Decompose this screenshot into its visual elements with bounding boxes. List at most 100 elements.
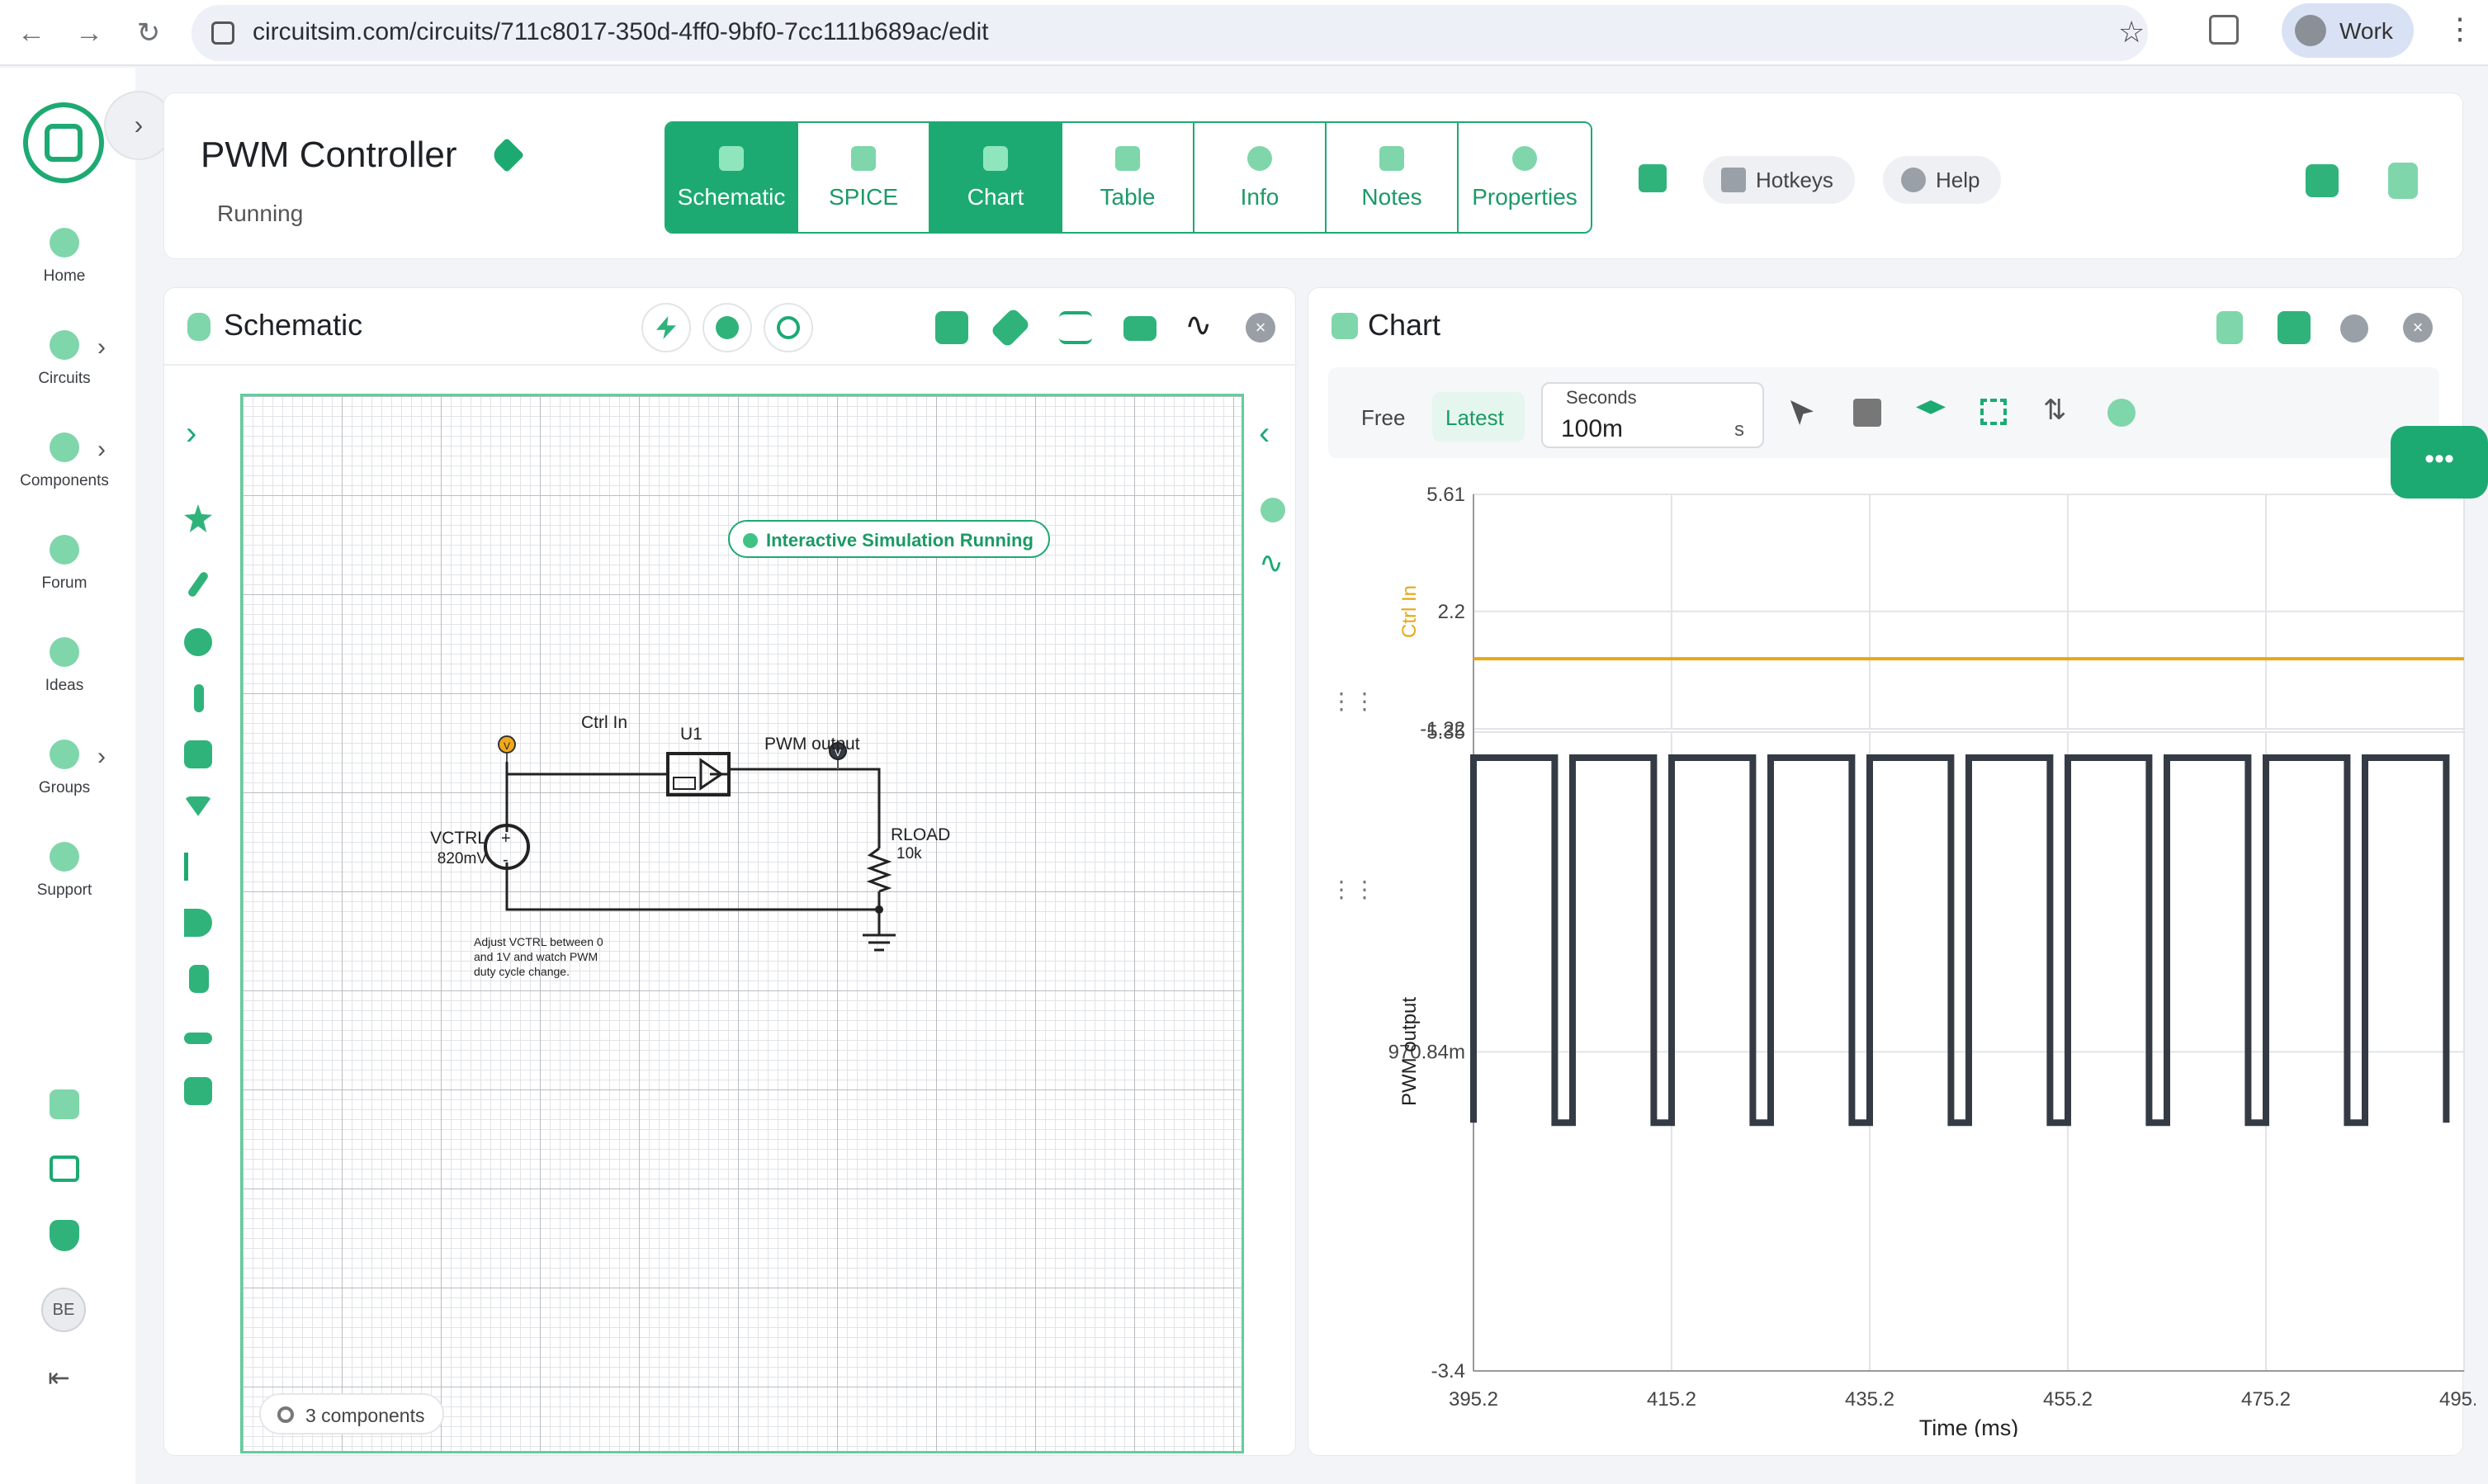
save-icon[interactable] [2388, 163, 2418, 199]
tab-schematic[interactable]: Schematic [666, 123, 798, 232]
label-vctrl: VCTRL [430, 829, 487, 848]
circuits-chevron-icon[interactable]: › [97, 333, 106, 362]
seconds-field[interactable]: Seconds 100m s [1541, 382, 1764, 448]
mode-latest-button[interactable]: Latest [1432, 392, 1525, 442]
wire-tool-icon[interactable] [187, 570, 210, 598]
rail-item-circuits[interactable]: Circuits [0, 330, 129, 388]
info-icon [1247, 146, 1272, 171]
profile-name: Work [2339, 18, 2393, 44]
zoom-button[interactable] [702, 303, 752, 352]
groups-icon [50, 740, 79, 769]
page-title: PWM Controller [201, 135, 457, 175]
rail-item-components[interactable]: Components [0, 432, 129, 490]
drag-handle-icon[interactable]: ⋮⋮ [1330, 876, 1376, 903]
hotkeys-button[interactable]: Hotkeys [1703, 156, 1855, 204]
history-clock-icon[interactable] [2107, 399, 2136, 427]
settings-gear-icon[interactable] [2340, 314, 2368, 343]
y-tick-label: -3.4 [1431, 1360, 1465, 1382]
transistor-tool-icon[interactable] [184, 853, 212, 881]
logout-icon[interactable]: ⇤ [48, 1362, 70, 1393]
source-tool-icon[interactable] [184, 628, 212, 656]
logic-gate-tool-icon[interactable] [184, 909, 212, 937]
close-panel-button[interactable]: × [2403, 313, 2433, 343]
sidebar-toggle-icon[interactable] [2278, 311, 2311, 344]
sidebar-toggle-icon[interactable] [2306, 164, 2339, 197]
diode-tool-icon[interactable] [184, 796, 212, 816]
quick-actions-button[interactable] [641, 303, 691, 352]
tab-properties[interactable]: Properties [1459, 123, 1591, 232]
x-tick-label: 495.2 [2439, 1388, 2476, 1411]
profile-button[interactable]: Work [2282, 3, 2414, 58]
mode-free-button[interactable]: Free [1343, 392, 1432, 442]
tab-spice[interactable]: SPICE [798, 123, 930, 232]
address-bar[interactable]: circuitsim.com/circuits/711c8017-350d-4f… [192, 5, 2148, 61]
drag-handle-icon[interactable]: ⋮⋮ [1330, 688, 1376, 715]
resistor-tool-icon[interactable] [194, 684, 204, 712]
rail-item-home[interactable]: Home [0, 228, 129, 286]
sidebar-toggle-icon[interactable] [935, 311, 968, 344]
rail-item-ideas[interactable]: Ideas [0, 637, 129, 695]
back-icon[interactable]: ← [12, 13, 51, 53]
settings-gear-icon[interactable] [1261, 498, 1285, 522]
reload-icon[interactable]: ↻ [129, 13, 168, 53]
close-panel-button[interactable]: × [1246, 313, 1275, 343]
tab-label: Chart [967, 184, 1024, 210]
rail-item-forum[interactable]: Forum [0, 535, 129, 593]
collapse-right-icon[interactable]: ‹ [1259, 415, 1270, 452]
forward-icon[interactable]: → [69, 13, 109, 53]
shield-icon[interactable] [50, 1220, 79, 1251]
browser-menu-icon[interactable]: ⋮ [2445, 12, 2475, 46]
help-button[interactable]: Help [1883, 156, 2002, 204]
waveform-icon[interactable]: ∿ [1259, 546, 1284, 580]
user-avatar[interactable]: BE [41, 1288, 86, 1332]
schematic-panel: Schematic ∿ × › ‹ ∿ V V + - Ctrl In U1 P… [163, 287, 1297, 1456]
history-button[interactable] [764, 303, 813, 352]
layers-icon[interactable] [1916, 400, 1946, 414]
rail-item-support[interactable]: Support [0, 842, 129, 900]
chat-icon[interactable] [50, 1156, 79, 1182]
components-chevron-icon[interactable]: › [97, 436, 106, 464]
plus-sign: + [501, 829, 511, 848]
panel-title: Chart [1368, 308, 1441, 342]
expand-toolbox-icon[interactable]: › [186, 415, 196, 452]
cursor-icon[interactable] [1790, 400, 1814, 425]
component-count-badge[interactable]: 3 components [259, 1393, 445, 1434]
layout-split-icon[interactable] [1853, 399, 1881, 427]
more-actions-button[interactable]: ••• [2391, 426, 2488, 499]
draw-wire-icon[interactable] [990, 307, 1031, 348]
layout-icon[interactable] [1639, 164, 1667, 192]
tab-info[interactable]: Info [1194, 123, 1327, 232]
label-vctrl-value: 820mV [438, 850, 488, 867]
tab-chart[interactable]: Chart [930, 123, 1062, 232]
announcements-icon[interactable] [50, 1089, 79, 1119]
rail-item-groups[interactable]: Groups [0, 740, 129, 797]
camera-icon[interactable] [1123, 316, 1156, 341]
chart-toolbar: Free Latest Seconds 100m s ⇅ [1328, 367, 2439, 458]
x-tick-label: 435.2 [1845, 1388, 1894, 1411]
calculator-icon[interactable] [2216, 311, 2243, 344]
rail-label: Support [36, 881, 92, 899]
edit-pencil-icon[interactable] [489, 137, 525, 173]
favorites-star-icon[interactable] [184, 504, 212, 532]
groups-chevron-icon[interactable]: › [97, 743, 106, 771]
signal-tool-icon[interactable] [184, 740, 212, 768]
probe-icon[interactable]: ∿ [1185, 306, 1213, 344]
toolbox-icon[interactable] [184, 1077, 212, 1105]
swap-axes-icon[interactable]: ⇅ [2043, 394, 2067, 427]
fit-screen-icon[interactable] [1980, 399, 2007, 425]
mouse-icon [187, 313, 210, 341]
extensions-icon[interactable] [2209, 15, 2239, 45]
site-settings-icon[interactable] [211, 21, 234, 45]
note-line: and 1V and watch PWM [474, 950, 598, 963]
tab-table[interactable]: Table [1062, 123, 1194, 232]
seconds-value[interactable]: 100m [1561, 415, 1623, 443]
schematic-canvas[interactable]: V V + - Ctrl In U1 PWM output VCTRL 820m… [240, 394, 1244, 1453]
checklist-icon[interactable] [1059, 311, 1092, 344]
bookmark-star-icon[interactable]: ☆ [2118, 15, 2145, 50]
rail-label: Circuits [38, 370, 91, 387]
battery-tool-icon[interactable] [189, 965, 209, 993]
tab-notes[interactable]: Notes [1327, 123, 1459, 232]
app-logo[interactable] [23, 102, 104, 183]
ic-tool-icon[interactable] [184, 1033, 212, 1044]
url-text[interactable]: circuitsim.com/circuits/711c8017-350d-4f… [253, 18, 989, 46]
